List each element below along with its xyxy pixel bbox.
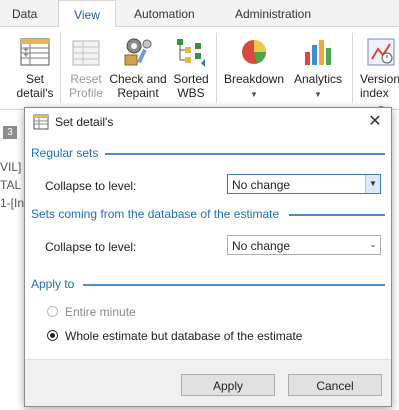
sorted-wbs-label: Sorted WBS [173, 72, 209, 100]
svg-text:+: + [23, 51, 29, 59]
version-index-button[interactable]: Version index ▼ [356, 35, 399, 116]
ribbon-panel: + + Set detail's Reset Profile Check and… [0, 27, 399, 113]
set-details-icon: + + [18, 35, 52, 69]
ribbon-tab-bar: Data View Automation Administration [0, 0, 399, 28]
breakdown-icon [237, 35, 271, 69]
section-divider [289, 214, 385, 216]
regular-collapse-label: Collapse to level: [45, 179, 137, 193]
version-index-icon [364, 35, 398, 69]
tab-automation[interactable]: Automation [134, 0, 195, 26]
section-database-sets: Sets coming from the database of the est… [31, 207, 280, 221]
analytics-label: Analytics [293, 72, 343, 86]
ribbon-separator [60, 33, 61, 103]
radio-whole-estimate[interactable] [47, 330, 58, 341]
database-collapse-select[interactable]: No change ⌄ [227, 235, 381, 255]
sorted-wbs-icon [174, 35, 208, 69]
dialog-app-icon [33, 114, 49, 133]
set-details-button[interactable]: + + Set detail's [12, 35, 58, 100]
section-divider [105, 153, 385, 155]
set-details-label: Set detail's [16, 72, 54, 100]
analytics-button[interactable]: Analytics ▼ [290, 35, 346, 102]
reset-profile-label: Reset Profile [68, 72, 103, 100]
section-divider [83, 284, 385, 286]
section-regular-sets: Regular sets [31, 146, 99, 160]
section-apply-to: Apply to [31, 277, 75, 291]
analytics-dropdown-icon[interactable]: ▼ [290, 88, 346, 102]
sorted-wbs-button[interactable]: Sorted WBS [170, 35, 212, 100]
analytics-icon [301, 35, 335, 69]
sheet-number-tab[interactable]: 3 [3, 126, 17, 139]
ribbon-separator [216, 33, 217, 103]
chevron-down-icon[interactable]: ⌄ [366, 236, 380, 254]
chevron-down-icon[interactable]: ▼ [365, 175, 380, 193]
regular-collapse-select[interactable]: No change ▼ [227, 174, 381, 194]
reset-profile-button[interactable]: Reset Profile [64, 35, 108, 100]
dialog-footer: Apply Cancel [25, 359, 391, 406]
radio-selected-dot [50, 333, 55, 338]
dialog-title: Set detail's [55, 115, 114, 129]
check-repaint-icon [121, 35, 155, 69]
radio-entire-minute[interactable] [47, 306, 58, 317]
version-index-label: Version index [360, 72, 399, 100]
close-icon[interactable]: ✕ [365, 112, 385, 132]
ribbon-separator [352, 33, 353, 103]
background-text: VIL] [0, 160, 22, 174]
radio-whole-estimate-label[interactable]: Whole estimate but database of the estim… [65, 329, 302, 343]
background-text: 1-[In [0, 196, 25, 210]
check-repaint-button[interactable]: Check and Repaint [108, 35, 168, 100]
radio-entire-minute-label[interactable]: Entire minute [65, 305, 136, 319]
database-collapse-value: No change [232, 239, 291, 253]
set-details-dialog: Set detail's ✕ Regular sets Collapse to … [24, 107, 392, 407]
tab-administration[interactable]: Administration [235, 0, 311, 26]
tab-data[interactable]: Data [12, 0, 37, 26]
breakdown-dropdown-icon[interactable]: ▼ [222, 88, 286, 102]
apply-button[interactable]: Apply [181, 374, 275, 396]
check-repaint-label: Check and Repaint [109, 72, 167, 100]
regular-collapse-value: No change [232, 178, 291, 192]
breakdown-label: Breakdown [223, 72, 285, 86]
cancel-button[interactable]: Cancel [288, 374, 382, 396]
background-text: TAL [0, 178, 22, 192]
reset-profile-icon [69, 35, 103, 69]
database-collapse-label: Collapse to level: [45, 240, 137, 254]
breakdown-button[interactable]: Breakdown ▼ [222, 35, 286, 102]
dialog-title-bar: Set detail's ✕ [25, 108, 391, 136]
tab-view[interactable]: View [58, 0, 116, 28]
